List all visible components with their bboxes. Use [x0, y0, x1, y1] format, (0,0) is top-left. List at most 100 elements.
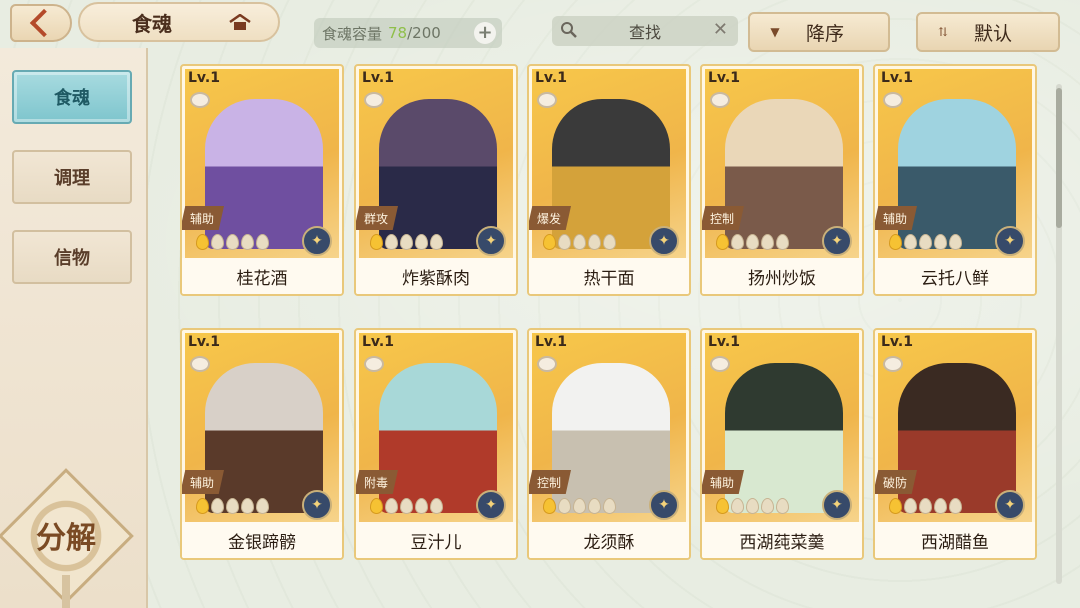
flame-star-icon: [196, 234, 209, 250]
flame-star-icon: [370, 498, 383, 514]
flame-star-icon: [934, 498, 947, 514]
element-icon: ✦: [822, 226, 852, 256]
card-name: 西湖莼菜羹: [702, 522, 862, 558]
sort-mode-button[interactable]: ⇅ 默认: [916, 12, 1060, 52]
role-badge: 破防: [875, 470, 917, 494]
element-icon: ✦: [649, 226, 679, 256]
food-soul-card[interactable]: Lv.1 辅助 ✦ 金银蹄髈: [180, 328, 344, 560]
card-name: 龙须酥: [529, 522, 689, 558]
bowl-icon: [883, 356, 903, 372]
flame-star-icon: [543, 234, 556, 250]
star-rating: [716, 498, 789, 514]
flame-star-icon: [241, 498, 254, 514]
element-icon: ✦: [302, 226, 332, 256]
flame-star-icon: [746, 498, 759, 514]
food-soul-card[interactable]: Lv.1 辅助 ✦ 西湖莼菜羹: [700, 328, 864, 560]
flame-star-icon: [400, 234, 413, 250]
role-badge: 爆发: [529, 206, 571, 230]
page-title: 食魂: [132, 11, 172, 36]
capacity-label: 食魂容量: [322, 24, 383, 43]
card-level: Lv.1: [535, 334, 567, 350]
element-icon: ✦: [476, 226, 506, 256]
element-icon: ✦: [476, 490, 506, 520]
element-icon: ✦: [649, 490, 679, 520]
flame-star-icon: [196, 498, 209, 514]
role-badge: 辅助: [182, 470, 224, 494]
clear-search-icon[interactable]: ✕: [713, 19, 728, 40]
flame-star-icon: [573, 234, 586, 250]
capacity-indicator: 食魂容量 78 /200 +: [314, 18, 502, 48]
bowl-icon: [710, 356, 730, 372]
bowl-icon: [883, 92, 903, 108]
flame-star-icon: [731, 498, 744, 514]
flame-star-icon: [934, 234, 947, 250]
sidebar-item-label: 信物: [54, 248, 90, 269]
search-icon: [561, 22, 577, 38]
flame-star-icon: [904, 498, 917, 514]
flame-star-icon: [716, 498, 729, 514]
flame-star-icon: [746, 234, 759, 250]
flame-star-icon: [226, 234, 239, 250]
card-level: Lv.1: [188, 334, 220, 350]
bowl-icon: [537, 92, 557, 108]
flame-star-icon: [776, 498, 789, 514]
flame-star-icon: [558, 234, 571, 250]
food-soul-card[interactable]: Lv.1 群攻 ✦ 炸紫酥肉: [354, 64, 518, 296]
food-soul-card[interactable]: Lv.1 破防 ✦ 西湖醋鱼: [873, 328, 1037, 560]
flame-star-icon: [241, 234, 254, 250]
sidebar-item-conditioning[interactable]: 调理: [12, 150, 132, 204]
flame-star-icon: [776, 234, 789, 250]
food-soul-card[interactable]: Lv.1 辅助 ✦ 云托八鲜: [873, 64, 1037, 296]
flame-star-icon: [558, 498, 571, 514]
card-level: Lv.1: [362, 334, 394, 350]
star-rating: [716, 234, 789, 250]
card-name: 豆汁儿: [356, 522, 516, 558]
flame-star-icon: [919, 234, 932, 250]
sidebar-item-label: 调理: [54, 168, 90, 189]
card-name: 炸紫酥肉: [356, 258, 516, 294]
food-soul-card[interactable]: Lv.1 辅助 ✦ 桂花酒: [180, 64, 344, 296]
back-arrow-icon: [29, 8, 59, 38]
sort-order-label: 降序: [806, 22, 845, 45]
card-name: 桂花酒: [182, 258, 342, 294]
back-button[interactable]: [10, 4, 72, 42]
flame-star-icon: [603, 234, 616, 250]
sidebar-item-soul[interactable]: 食魂: [12, 70, 132, 124]
search-bar[interactable]: 查找 ✕: [552, 16, 738, 46]
card-level: Lv.1: [188, 70, 220, 86]
flame-star-icon: [370, 234, 383, 250]
sort-order-button[interactable]: ▼ 降序: [748, 12, 890, 52]
bowl-icon: [190, 92, 210, 108]
food-soul-card[interactable]: Lv.1 控制 ✦ 扬州炒饭: [700, 64, 864, 296]
element-icon: ✦: [995, 490, 1025, 520]
bowl-icon: [537, 356, 557, 372]
card-name: 金银蹄髈: [182, 522, 342, 558]
star-rating: [543, 498, 616, 514]
card-name: 西湖醋鱼: [875, 522, 1035, 558]
scrollbar[interactable]: [1056, 84, 1062, 584]
house-icon[interactable]: [228, 14, 252, 32]
star-rating: [196, 498, 269, 514]
bowl-icon: [364, 356, 384, 372]
role-badge: 辅助: [875, 206, 917, 230]
food-soul-card[interactable]: Lv.1 附毒 ✦ 豆汁儿: [354, 328, 518, 560]
role-badge: 群攻: [356, 206, 398, 230]
flame-star-icon: [731, 234, 744, 250]
flame-star-icon: [588, 498, 601, 514]
food-soul-card[interactable]: Lv.1 爆发 ✦ 热干面: [527, 64, 691, 296]
sidebar-item-token[interactable]: 信物: [12, 230, 132, 284]
star-rating: [889, 498, 962, 514]
card-name: 云托八鲜: [875, 258, 1035, 294]
decompose-button[interactable]: 分解: [18, 505, 114, 565]
flame-star-icon: [761, 498, 774, 514]
food-soul-card[interactable]: Lv.1 控制 ✦ 龙须酥: [527, 328, 691, 560]
role-badge: 辅助: [182, 206, 224, 230]
character-portrait: [552, 99, 670, 249]
bowl-icon: [710, 92, 730, 108]
flame-star-icon: [543, 498, 556, 514]
star-rating: [196, 234, 269, 250]
star-rating: [370, 234, 443, 250]
add-capacity-button[interactable]: +: [474, 22, 496, 44]
scroll-thumb[interactable]: [1056, 88, 1062, 228]
star-rating: [889, 234, 962, 250]
